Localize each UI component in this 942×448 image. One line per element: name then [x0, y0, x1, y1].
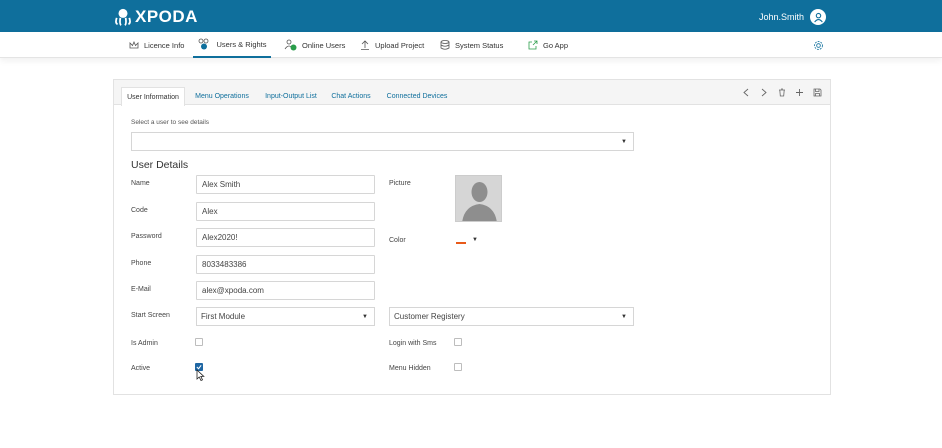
caret-down-icon: ▼: [362, 314, 368, 320]
is-admin-label: Is Admin: [131, 340, 158, 347]
caret-down-icon: ▼: [621, 139, 627, 145]
nav-users-rights-label: Users & Rights: [216, 39, 267, 49]
nav-upload-project[interactable]: Upload Project: [360, 32, 424, 58]
nav-licence-info-label: Licence Info: [144, 40, 185, 50]
nav-licence-info[interactable]: Licence Info: [129, 32, 184, 58]
external-link-icon: [528, 40, 538, 50]
login-sms-checkbox[interactable]: [454, 338, 462, 346]
login-sms-label: Login with Sms: [389, 340, 437, 347]
nav-users-rights[interactable]: Users & Rights: [193, 32, 271, 58]
database-icon: [440, 40, 450, 50]
user-info-panel: User Information Menu Operations Input-O…: [113, 79, 831, 395]
user-menu[interactable]: John.Smith: [759, 9, 826, 25]
menu-hidden-checkbox[interactable]: [454, 363, 462, 371]
upload-icon: [361, 40, 369, 50]
picture-label: Picture: [389, 180, 411, 187]
phone-label: Phone: [131, 260, 152, 267]
name-label: Name: [131, 180, 150, 187]
email-label: E-Mail: [131, 286, 151, 293]
nav-go-app-label: Go App: [543, 40, 569, 50]
password-field[interactable]: Alex2020!: [196, 228, 375, 247]
tab-user-information[interactable]: User Information: [121, 87, 185, 106]
user-name: John.Smith: [758, 12, 804, 22]
color-picker[interactable]: ▼: [456, 233, 482, 246]
brand-name: XPODA: [135, 7, 198, 26]
menu-hidden-label: Menu Hidden: [389, 365, 431, 372]
email-field[interactable]: alex@xpoda.com: [196, 281, 375, 300]
name-field[interactable]: Alex Smith: [196, 175, 375, 194]
start-screen-dropdown[interactable]: First Module ▼: [196, 307, 375, 326]
code-field[interactable]: Alex: [196, 202, 375, 221]
avatar-placeholder-icon: [456, 176, 501, 221]
tab-input-output-list[interactable]: Input-Output List: [262, 87, 320, 105]
tab-chat-actions[interactable]: Chat Actions: [329, 87, 373, 105]
caret-down-icon: ▼: [621, 314, 627, 320]
select-user-hint: Select a user to see details: [131, 119, 210, 126]
mouse-cursor-icon: [196, 369, 205, 381]
user-avatar-icon[interactable]: [810, 9, 826, 25]
color-swatch: [456, 241, 466, 244]
password-label: Password: [131, 233, 162, 240]
chevron-right-icon[interactable]: [758, 86, 770, 98]
is-admin-checkbox[interactable]: [195, 338, 203, 346]
start-screen-module-dropdown[interactable]: Customer Registery ▼: [389, 307, 634, 326]
online-users-icon: [284, 39, 297, 51]
octopus-logo-icon: [115, 8, 131, 26]
caret-down-icon: ▼: [472, 236, 478, 243]
start-screen-label: Start Screen: [131, 312, 170, 319]
nav-system-status-label: System Status: [455, 40, 504, 50]
code-label: Code: [131, 207, 148, 214]
trash-icon[interactable]: [776, 86, 788, 98]
phone-field[interactable]: 8033483386: [196, 255, 375, 274]
plus-icon[interactable]: [793, 86, 805, 98]
main-nav: Licence Info Users & Rights Online Users…: [0, 32, 942, 58]
save-icon[interactable]: [811, 86, 823, 98]
crown-icon: [129, 40, 139, 48]
active-label: Active: [131, 365, 151, 372]
xpoda-logo[interactable]: XPODA: [114, 7, 198, 27]
start-screen-module-value: Customer Registery: [394, 312, 465, 321]
user-select-dropdown[interactable]: ▼: [131, 132, 634, 151]
chevron-left-icon[interactable]: [740, 86, 752, 98]
top-bar: XPODA John.Smith: [0, 0, 942, 32]
users-rights-icon: [199, 38, 209, 50]
start-screen-value: First Module: [201, 312, 246, 321]
user-picture[interactable]: [455, 175, 502, 222]
tab-menu-operations[interactable]: Menu Operations: [192, 87, 252, 105]
section-title-user-details: User Details: [131, 159, 189, 171]
tab-connected-devices[interactable]: Connected Devices: [384, 87, 450, 105]
nav-go-app[interactable]: Go App: [528, 32, 568, 58]
nav-system-status[interactable]: System Status: [440, 32, 503, 58]
gear-icon[interactable]: [813, 38, 824, 56]
color-label: Color: [389, 237, 406, 244]
nav-online-users[interactable]: Online Users: [284, 32, 345, 58]
nav-upload-project-label: Upload Project: [375, 40, 425, 50]
tab-bar: User Information Menu Operations Input-O…: [114, 80, 830, 106]
nav-online-users-label: Online Users: [302, 40, 346, 50]
